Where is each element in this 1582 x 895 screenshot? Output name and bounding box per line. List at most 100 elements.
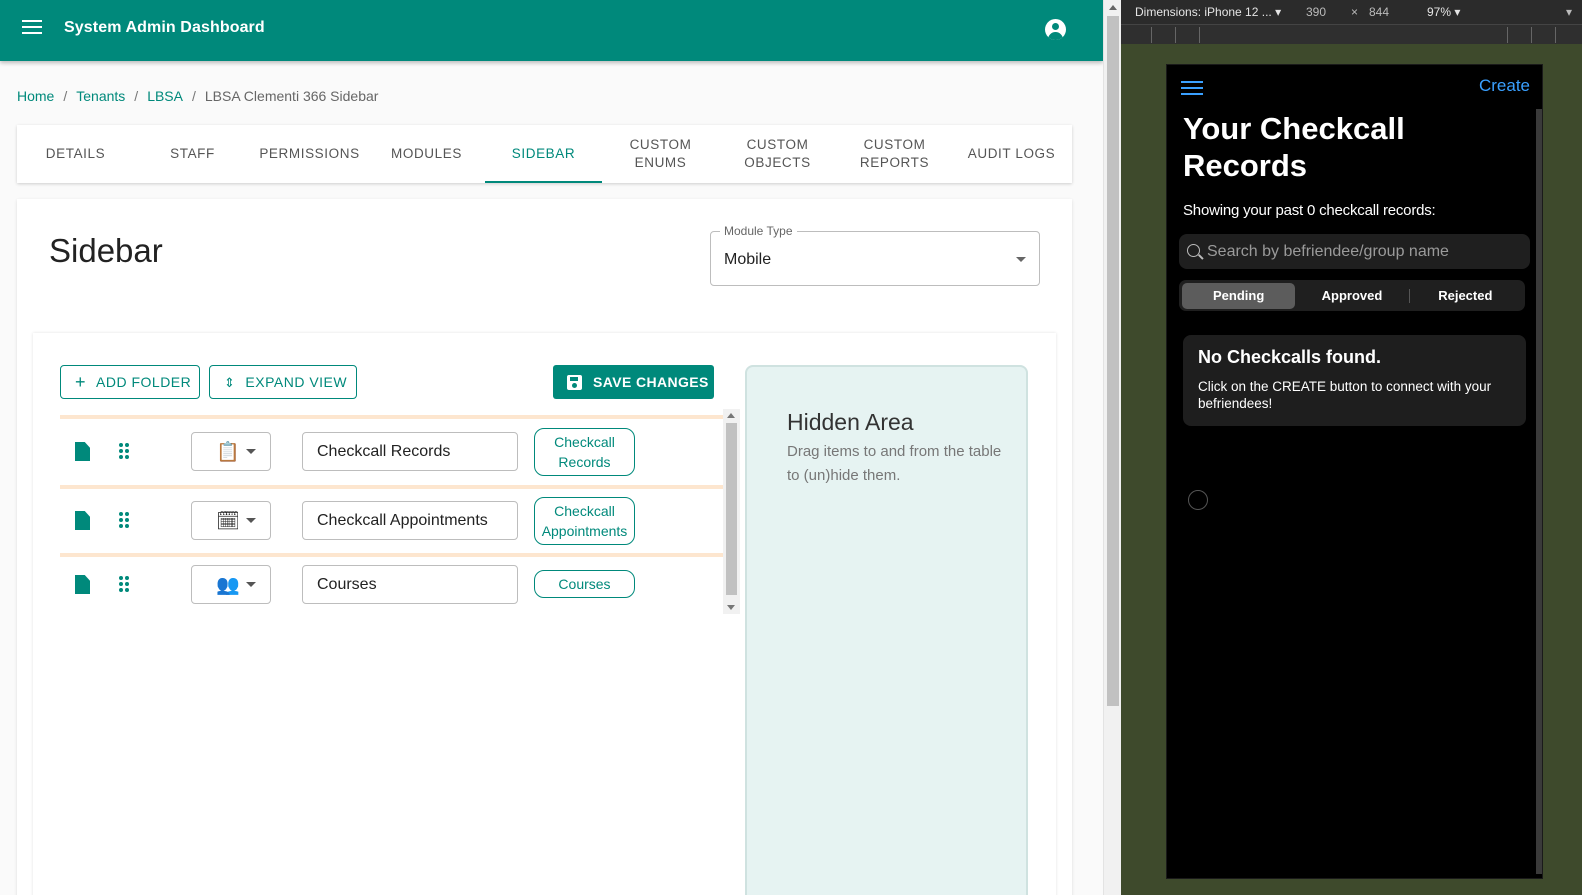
item-name-input[interactable] xyxy=(302,565,518,604)
unfold-more-icon: ⇕ xyxy=(224,374,236,390)
chevron-down-icon xyxy=(246,582,256,587)
admin-app: System Admin Dashboard Home / Tenants / LBSA… xyxy=(0,0,1103,895)
search-icon xyxy=(1187,244,1200,257)
hidden-area-dropzone[interactable]: Hidden Area Drag items to and from the t… xyxy=(745,365,1028,895)
tab-modules[interactable]: MODULES xyxy=(368,125,485,183)
breadcrumb-home[interactable]: Home xyxy=(17,88,54,104)
tab-custom-enums[interactable]: CUSTOM ENUMS xyxy=(602,125,719,183)
chevron-down-icon xyxy=(246,518,256,523)
account-circle-icon[interactable] xyxy=(1045,19,1066,40)
expand-view-label: EXPAND VIEW xyxy=(245,374,348,390)
device-dimensions-select[interactable]: Dimensions: iPhone 12 ... ▾ xyxy=(1135,5,1281,19)
module-type-value: Mobile xyxy=(724,251,772,268)
phone-scrollbar[interactable] xyxy=(1536,109,1542,874)
breadcrumb-tenants[interactable]: Tenants xyxy=(76,88,125,104)
add-folder-label: ADD FOLDER xyxy=(96,374,192,390)
segment-approved[interactable]: Approved xyxy=(1295,283,1408,309)
breadcrumb-separator: / xyxy=(192,88,196,104)
media-query-ruler xyxy=(1121,24,1582,44)
device-toolbar: Dimensions: iPhone 12 ... ▾ 390 × 844 97… xyxy=(1121,0,1582,24)
scrollbar-thumb[interactable] xyxy=(726,423,737,595)
floppy-disk-icon xyxy=(567,374,582,390)
scrollbar-thumb[interactable] xyxy=(1107,16,1119,706)
empty-state-card: No Checkcalls found. Click on the CREATE… xyxy=(1183,335,1526,426)
drag-handle-icon[interactable] xyxy=(119,512,129,528)
person-add-icon: 👥 xyxy=(216,574,240,596)
drag-handle-icon[interactable] xyxy=(119,443,129,459)
screen: System Admin Dashboard Home / Tenants / LBSA… xyxy=(0,0,1582,895)
hamburger-menu-icon[interactable] xyxy=(22,20,42,40)
touch-cursor-icon xyxy=(1188,490,1208,510)
create-button[interactable]: Create xyxy=(1479,76,1530,96)
plus-icon: + xyxy=(75,372,87,392)
chevron-down-icon xyxy=(246,449,256,454)
item-preview-chip[interactable]: Checkcall Appointments xyxy=(534,497,635,545)
clipboard-icon: 📋 xyxy=(216,441,240,463)
tab-details[interactable]: DETAILS xyxy=(17,125,134,183)
empty-state-title: No Checkcalls found. xyxy=(1198,347,1382,367)
tab-custom-reports[interactable]: CUSTOM REPORTS xyxy=(836,125,953,183)
records-count-text: Showing your past 0 checkcall records: xyxy=(1183,202,1436,219)
page-scrollbar[interactable] xyxy=(1103,0,1121,895)
module-type-select[interactable]: Module Type Mobile xyxy=(710,224,1040,286)
save-changes-button[interactable]: SAVE CHANGES xyxy=(553,365,714,399)
device-height-input[interactable]: 844 xyxy=(1369,5,1389,19)
more-options-icon[interactable]: ▾ xyxy=(1566,5,1572,19)
device-emulator: Dimensions: iPhone 12 ... ▾ 390 × 844 97… xyxy=(1121,0,1582,895)
expand-view-button[interactable]: ⇕ EXPAND VIEW xyxy=(209,365,357,399)
chevron-down-icon xyxy=(1016,257,1026,262)
document-icon xyxy=(75,575,90,594)
sidebar-card: Sidebar Module Type Mobile + ADD FOLDER … xyxy=(17,199,1072,895)
drag-handle-icon[interactable] xyxy=(119,576,129,592)
status-segmented-control: Pending Approved Rejected xyxy=(1179,280,1525,311)
app-title: System Admin Dashboard xyxy=(64,19,265,36)
tab-bar: DETAILS STAFF PERMISSIONS MODULES SIDEBA… xyxy=(17,125,1072,183)
segment-rejected[interactable]: Rejected xyxy=(1408,283,1522,309)
breadcrumb-separator: / xyxy=(63,88,68,104)
zoom-select[interactable]: 97% ▾ xyxy=(1427,5,1460,19)
table-row: 🗓 Checkcall Appointments xyxy=(60,485,723,549)
sidebar-items-table: 📋 Checkcall Records 🗓 xyxy=(60,409,740,614)
document-icon xyxy=(75,511,90,530)
hidden-area-description: Drag items to and from the table to (un)… xyxy=(787,443,1002,484)
table-row: 📋 Checkcall Records xyxy=(60,415,723,481)
tab-permissions[interactable]: PERMISSIONS xyxy=(251,125,368,183)
times-icon: × xyxy=(1351,5,1359,19)
add-folder-button[interactable]: + ADD FOLDER xyxy=(60,365,200,399)
tab-sidebar[interactable]: SIDEBAR xyxy=(485,125,602,183)
device-width-input[interactable]: 390 xyxy=(1306,5,1326,19)
document-icon xyxy=(75,442,90,461)
hidden-area-title: Hidden Area xyxy=(787,409,914,435)
breadcrumb-current: LBSA Clementi 366 Sidebar xyxy=(204,88,379,104)
icon-select[interactable]: 🗓 xyxy=(191,501,271,540)
module-type-label: Module Type xyxy=(720,224,797,238)
item-preview-chip[interactable]: Courses xyxy=(534,570,635,598)
search-input[interactable] xyxy=(1207,234,1522,269)
phone-page-title: Your Checkcall Records xyxy=(1183,111,1405,183)
breadcrumb-separator: / xyxy=(134,88,139,104)
tab-custom-objects[interactable]: CUSTOM OBJECTS xyxy=(719,125,836,183)
item-name-input[interactable] xyxy=(302,432,518,471)
scroll-up-icon[interactable] xyxy=(1109,5,1117,10)
icon-select[interactable]: 📋 xyxy=(191,432,271,471)
page-title: Sidebar xyxy=(49,232,163,269)
empty-state-description: Click on the CREATE button to connect wi… xyxy=(1198,379,1492,411)
breadcrumb: Home / Tenants / LBSA / LBSA Clementi 366 Side… xyxy=(17,88,378,104)
sidebar-editor: + ADD FOLDER ⇕ EXPAND VIEW SAVE CHANGES xyxy=(33,333,1056,895)
breadcrumb-lbsa[interactable]: LBSA xyxy=(147,88,183,104)
item-preview-chip[interactable]: Checkcall Records xyxy=(534,428,635,476)
hamburger-menu-icon[interactable] xyxy=(1181,81,1203,97)
item-name-input[interactable] xyxy=(302,501,518,540)
tab-audit-logs[interactable]: AUDIT LOGS xyxy=(953,125,1070,183)
table-scrollbar[interactable] xyxy=(723,409,740,614)
save-changes-label: SAVE CHANGES xyxy=(593,374,709,390)
phone-viewport: Create Your Checkcall Records Showing yo… xyxy=(1166,64,1543,879)
app-bar: System Admin Dashboard xyxy=(0,0,1103,61)
clipboard-clock-icon: 🗓 xyxy=(216,510,241,532)
segment-pending[interactable]: Pending xyxy=(1182,282,1296,309)
tab-staff[interactable]: STAFF xyxy=(134,125,251,183)
icon-select[interactable]: 👥 xyxy=(191,565,271,604)
scroll-up-icon[interactable] xyxy=(727,413,735,418)
table-row: 👥 Courses xyxy=(60,553,723,614)
scroll-down-icon[interactable] xyxy=(727,605,735,610)
